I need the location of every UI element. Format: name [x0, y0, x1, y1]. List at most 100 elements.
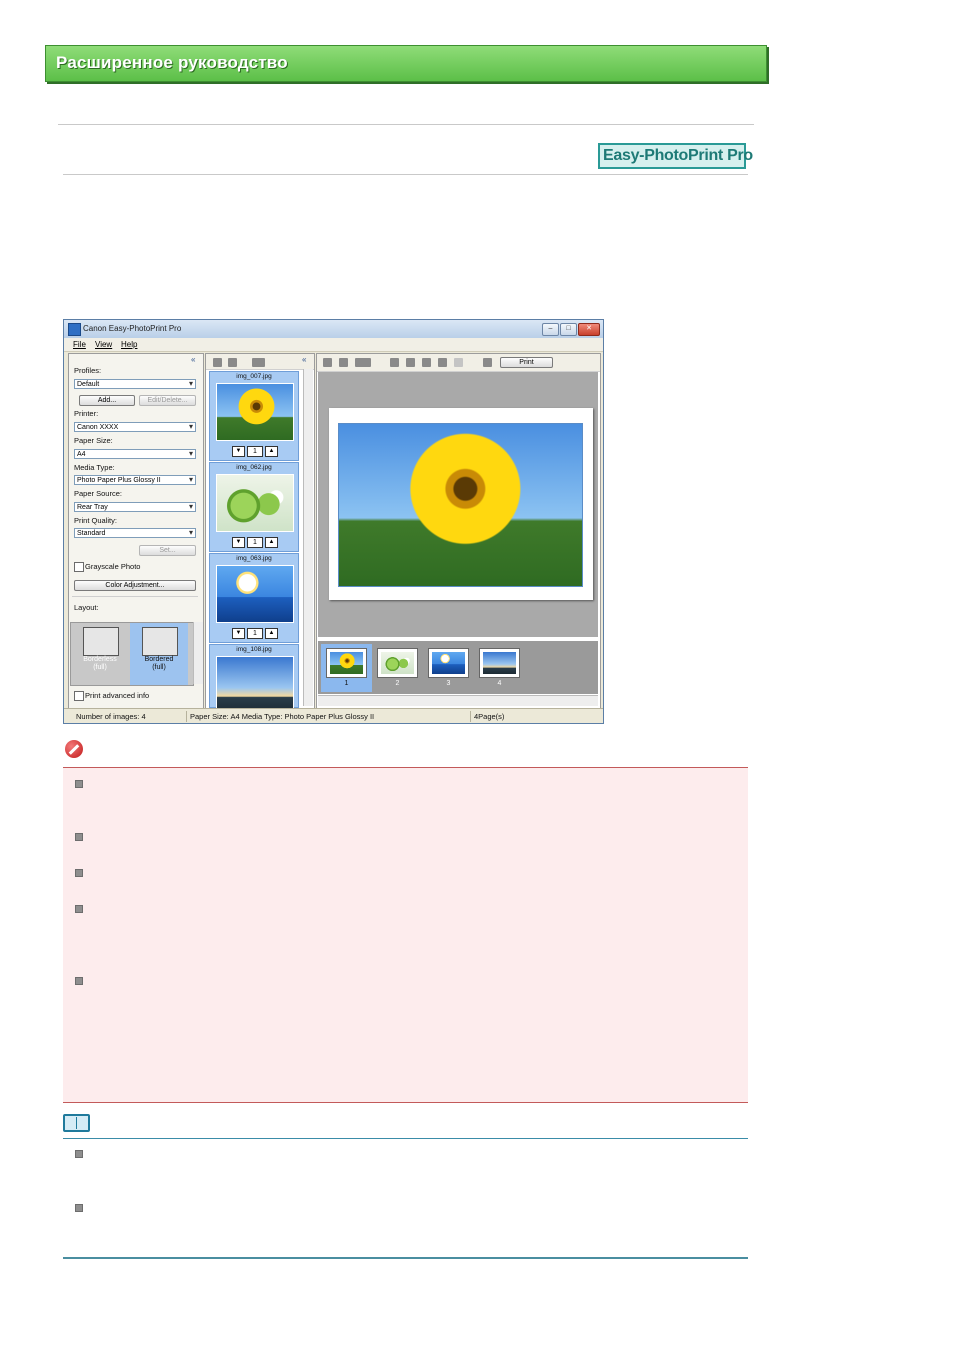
paper-size-label: Paper Size: [74, 436, 113, 445]
paper-source-label: Paper Source: [74, 489, 122, 498]
copies-count[interactable]: 1 [247, 446, 263, 457]
add-image-icon[interactable] [213, 358, 222, 367]
forward-icon[interactable] [339, 358, 348, 367]
image-card[interactable]: img_062.jpg ▼ 1 ▲ [209, 462, 299, 552]
status-paper-info: Paper Size: A4 Media Type: Photo Paper P… [190, 712, 375, 721]
page-thumbnail[interactable]: 4 [474, 644, 525, 692]
layout-bordered[interactable]: Bordered (full) [130, 623, 188, 685]
section-end-line [63, 1257, 748, 1259]
page-number: 3 [446, 680, 451, 687]
decrease-copies-icon[interactable]: ▼ [232, 446, 245, 457]
decrease-copies-icon[interactable]: ▼ [232, 628, 245, 639]
page-thumbnail[interactable]: 3 [423, 644, 474, 692]
add-profile-button[interactable]: Add... [79, 395, 135, 406]
image-card[interactable]: img_007.jpg ▼ 1 ▲ [209, 371, 299, 461]
window-title: Canon Easy-PhotoPrint Pro [83, 324, 182, 333]
date-icon[interactable] [438, 358, 447, 367]
increase-copies-icon[interactable]: ▲ [265, 628, 278, 639]
image-thumbnail [216, 383, 294, 441]
important-icon [65, 740, 83, 758]
trim-icon[interactable] [422, 358, 431, 367]
increase-copies-icon[interactable]: ▲ [265, 537, 278, 548]
layout-bordered-caption: Bordered (full) [130, 656, 188, 672]
text-icon[interactable] [454, 358, 463, 367]
preview-toolbar: Print [317, 354, 600, 372]
view-mode-icon[interactable] [252, 358, 265, 367]
increase-copies-icon[interactable]: ▲ [265, 446, 278, 457]
bullet-icon [75, 780, 83, 788]
status-image-count: Number of images: 4 [76, 712, 146, 721]
print-advanced-label: Print advanced info [85, 691, 150, 700]
layout-borderless-line2: (full) [93, 664, 107, 671]
grayscale-label: Grayscale Photo [85, 562, 141, 571]
image-list-panel: « img_007.jpg ▼ 1 ▲ img_062.jpg ▼ 1 ▲ im… [205, 353, 315, 714]
page-number: 2 [395, 680, 400, 687]
page-preview [318, 372, 598, 637]
media-type-select[interactable]: Photo Paper Plus Glossy II [74, 475, 196, 485]
minimize-icon[interactable]: – [542, 323, 559, 336]
important-box [63, 767, 748, 1103]
print-preview-icon[interactable] [483, 358, 492, 367]
paper-source-select[interactable]: Rear Tray [74, 502, 196, 512]
decrease-copies-icon[interactable]: ▼ [232, 537, 245, 548]
status-divider [470, 711, 471, 722]
rotate-left-icon[interactable] [390, 358, 399, 367]
back-icon[interactable] [323, 358, 332, 367]
layout-scrollbar[interactable] [193, 622, 203, 684]
layout-borderless-thumb [83, 627, 119, 656]
print-button[interactable]: Print [500, 357, 553, 368]
image-card[interactable]: img_063.jpg ▼ 1 ▲ [209, 553, 299, 643]
page-thumbnail-paper [479, 648, 520, 678]
image-filename: img_108.jpg [236, 646, 272, 653]
divider-top [58, 124, 754, 125]
menu-view[interactable]: View [95, 340, 112, 349]
layout-menu-icon[interactable] [355, 358, 371, 367]
status-bar: Number of images: 4 Paper Size: A4 Media… [64, 708, 603, 723]
preview-photo[interactable] [338, 423, 583, 587]
maximize-icon[interactable]: □ [560, 323, 577, 336]
rotate-right-icon[interactable] [406, 358, 415, 367]
collapse-left-icon[interactable]: « [191, 355, 195, 364]
copies-count[interactable]: 1 [247, 628, 263, 639]
page-thumbnail-strip: 1 2 3 4 [318, 641, 598, 694]
page-thumbnail-photo [330, 652, 363, 674]
thumbnail-scrollbar[interactable] [318, 695, 598, 706]
status-divider [186, 711, 187, 722]
page-thumbnail[interactable]: 1 [321, 644, 372, 692]
crop-icon[interactable] [228, 358, 237, 367]
profiles-label: Profiles: [74, 366, 102, 375]
profiles-select[interactable]: Default [74, 379, 196, 389]
grayscale-checkbox[interactable] [74, 562, 84, 572]
layout-borderless[interactable]: Borderless (full) [71, 623, 129, 685]
menubar: File View Help [64, 338, 603, 352]
collapse-middle-icon[interactable]: « [302, 355, 306, 364]
print-quality-select[interactable]: Standard [74, 528, 196, 538]
menu-help[interactable]: Help [121, 340, 137, 349]
printer-select[interactable]: Canon XXXX [74, 422, 196, 432]
color-adjustment-button[interactable]: Color Adjustment... [74, 580, 196, 591]
menu-file[interactable]: File [73, 340, 86, 349]
set-quality-button[interactable]: Set... [139, 545, 196, 556]
page-thumbnail-photo [483, 652, 516, 674]
divider-bottom [63, 174, 748, 175]
image-list-scrollbar[interactable] [303, 369, 313, 706]
edit-delete-profile-button[interactable]: Edit/Delete... [139, 395, 196, 406]
status-page-count: 4Page(s) [474, 712, 505, 721]
page-number: 4 [497, 680, 502, 687]
paper-size-select[interactable]: A4 [74, 449, 196, 459]
bullet-icon [75, 1150, 83, 1158]
copies-count[interactable]: 1 [247, 537, 263, 548]
header-banner: Расширенное руководство [45, 45, 767, 82]
paper-sheet [329, 408, 593, 600]
settings-panel: « Profiles: Default Add... Edit/Delete..… [68, 353, 204, 709]
image-thumbnail [216, 656, 294, 714]
page-thumbnail[interactable]: 2 [372, 644, 423, 692]
page-number: 1 [344, 680, 349, 687]
layout-label: Layout: [74, 603, 99, 612]
print-advanced-checkbox[interactable] [74, 691, 84, 701]
media-type-label: Media Type: [74, 463, 115, 472]
close-icon[interactable]: ✕ [578, 323, 600, 336]
copies-stepper: ▼ 1 ▲ [230, 537, 278, 548]
image-card[interactable]: img_108.jpg [209, 644, 299, 714]
layout-borderless-caption: Borderless (full) [71, 656, 129, 672]
